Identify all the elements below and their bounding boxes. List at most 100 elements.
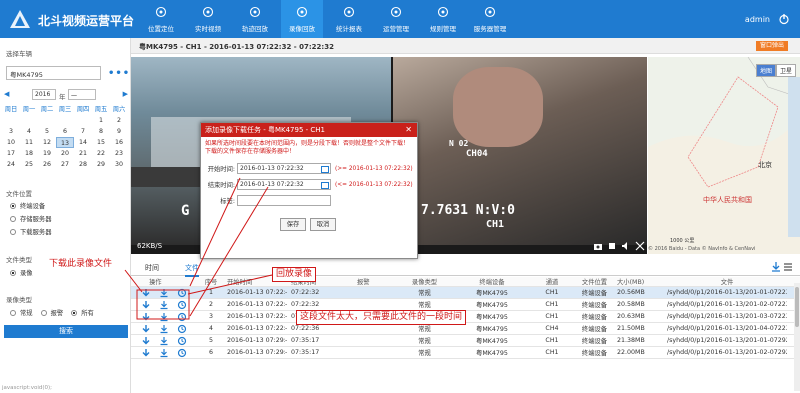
calendar-day[interactable]: 4 — [20, 126, 38, 137]
download-file-icon[interactable] — [141, 324, 151, 334]
power-icon[interactable] — [778, 13, 790, 25]
user-menu[interactable]: admin — [745, 15, 770, 24]
playback-icon[interactable] — [177, 312, 187, 322]
next-month-icon[interactable]: ▶ — [123, 90, 128, 98]
cancel-button[interactable]: 取消 — [310, 218, 336, 231]
tab-time[interactable]: 时间 — [145, 263, 159, 273]
download-task-icon[interactable] — [159, 348, 169, 358]
nav-item[interactable]: 规则管理 — [422, 0, 464, 38]
download-icon[interactable] — [770, 261, 782, 273]
map-panel[interactable]: 地图 卫星 北京 中华人民共和国 1000 公里 © 2016 Baidu - … — [648, 57, 800, 254]
calendar-day[interactable]: 23 — [110, 148, 128, 159]
calendar-day[interactable]: 30 — [110, 159, 128, 170]
calendar-day[interactable]: 16 — [110, 137, 128, 148]
table-row[interactable]: 12016-01-13 07:22:32-07:22:32常规粤MK4795CH… — [131, 287, 800, 299]
download-task-icon[interactable] — [159, 300, 169, 310]
prev-month-icon[interactable]: ◀ — [4, 90, 9, 98]
table-scrollbar[interactable] — [794, 283, 800, 391]
playback-icon[interactable] — [177, 348, 187, 358]
calendar-day[interactable]: 20 — [56, 148, 74, 159]
snapshot-icon[interactable] — [593, 241, 603, 251]
nav-item[interactable]: 统计报表 — [328, 0, 370, 38]
download-task-icon[interactable] — [159, 312, 169, 322]
calendar-day[interactable]: 9 — [110, 126, 128, 137]
calendar-icon[interactable] — [321, 181, 329, 189]
satellite-tab[interactable]: 卫星 — [775, 64, 796, 77]
nav-item[interactable]: 运营管理 — [375, 0, 417, 38]
radio-terminal[interactable]: 终端设备 — [10, 201, 45, 210]
radio-storage-server[interactable]: 存储服务器 — [10, 214, 51, 223]
calendar-day[interactable]: 15 — [92, 137, 110, 148]
calendar-day[interactable]: 22 — [92, 148, 110, 159]
calendar-day[interactable]: 25 — [20, 159, 38, 170]
calendar-day[interactable]: 3 — [2, 126, 20, 137]
download-file-icon[interactable] — [141, 288, 151, 298]
search-button[interactable]: 搜索 — [4, 325, 128, 338]
playback-icon[interactable] — [177, 288, 187, 298]
year-select[interactable]: 2016 — [32, 89, 56, 100]
stop-icon[interactable] — [607, 241, 617, 251]
table-row[interactable]: 62016-01-13 07:29:20-07:35:17常规粤MK4795CH… — [131, 347, 800, 359]
map-tab[interactable]: 地图 — [755, 64, 776, 77]
calendar-day[interactable]: 19 — [38, 148, 56, 159]
calendar-day[interactable]: 14 — [74, 137, 92, 148]
playback-icon[interactable] — [177, 300, 187, 310]
close-icon[interactable]: ✕ — [405, 123, 412, 137]
radio-recording[interactable]: 录像 — [10, 268, 33, 277]
playback-icon[interactable] — [177, 336, 187, 346]
calendar-day[interactable]: 27 — [56, 159, 74, 170]
calendar-day[interactable]: 2 — [110, 115, 128, 126]
month-select[interactable]: 一 — [68, 89, 96, 100]
download-task-icon[interactable] — [159, 288, 169, 298]
calendar-icon[interactable] — [321, 165, 329, 173]
tab-file[interactable]: 文件 — [185, 263, 199, 277]
calendar-week: 10 11 12 13 14 15 16 — [2, 137, 128, 148]
calendar-day[interactable]: 18 — [20, 148, 38, 159]
nav-item[interactable]: 轨迹回放 — [234, 0, 276, 38]
calendar-day-selected[interactable]: 13 — [56, 137, 74, 148]
radio-all[interactable] — [71, 309, 78, 316]
radio-regular[interactable] — [10, 309, 16, 316]
radio-alarm[interactable] — [40, 309, 47, 316]
calendar-day[interactable]: 8 — [92, 126, 110, 137]
playback-icon[interactable] — [177, 324, 187, 334]
tag-input[interactable] — [237, 195, 331, 206]
fullscreen-icon[interactable] — [635, 241, 645, 251]
table-row[interactable]: 52016-01-13 07:29:20-07:35:17常规粤MK4795CH… — [131, 335, 800, 347]
menu-icon[interactable] — [782, 261, 794, 273]
calendar-day[interactable]: 21 — [74, 148, 92, 159]
calendar-day[interactable]: 24 — [2, 159, 20, 170]
radio-download-server[interactable]: 下载服务器 — [10, 227, 51, 236]
calendar-day[interactable]: 10 — [2, 137, 20, 148]
table-cell: 常规 — [418, 326, 431, 333]
download-file-icon[interactable] — [141, 312, 151, 322]
download-file-icon[interactable] — [141, 348, 151, 358]
nav-item[interactable]: 位置定位 — [140, 0, 182, 38]
vehicle-input[interactable]: 粤MK4795 — [6, 66, 101, 80]
nav-item[interactable]: 实时视频 — [187, 0, 229, 38]
calendar-day[interactable]: 11 — [20, 137, 38, 148]
calendar-day[interactable]: 6 — [56, 126, 74, 137]
scrollbar-thumb[interactable] — [795, 287, 799, 327]
popout-window-button[interactable]: 窗口弹出 — [755, 41, 788, 51]
end-time-input[interactable]: 2016-01-13 07:22:32 — [237, 179, 331, 190]
calendar-day[interactable]: 12 — [38, 137, 56, 148]
calendar-day[interactable]: 1 — [92, 115, 110, 126]
start-time-input[interactable]: 2016-01-13 07:22:32 — [237, 163, 331, 174]
download-task-icon[interactable] — [159, 324, 169, 334]
download-file-icon[interactable] — [141, 300, 151, 310]
volume-icon[interactable] — [621, 241, 631, 251]
vehicle-select-button[interactable]: ••• — [108, 68, 130, 79]
save-button[interactable]: 保存 — [280, 218, 306, 231]
calendar-day[interactable]: 26 — [38, 159, 56, 170]
download-task-icon[interactable] — [159, 336, 169, 346]
table-cell: 2 — [208, 301, 213, 308]
calendar-day[interactable]: 29 — [92, 159, 110, 170]
calendar-day[interactable]: 28 — [74, 159, 92, 170]
calendar-day[interactable]: 7 — [74, 126, 92, 137]
nav-item[interactable]: 服务器管理 — [469, 0, 511, 38]
calendar-day[interactable]: 17 — [2, 148, 20, 159]
download-file-icon[interactable] — [141, 336, 151, 346]
calendar-day[interactable]: 5 — [38, 126, 56, 137]
nav-item[interactable]: 录像回放 — [281, 0, 323, 38]
